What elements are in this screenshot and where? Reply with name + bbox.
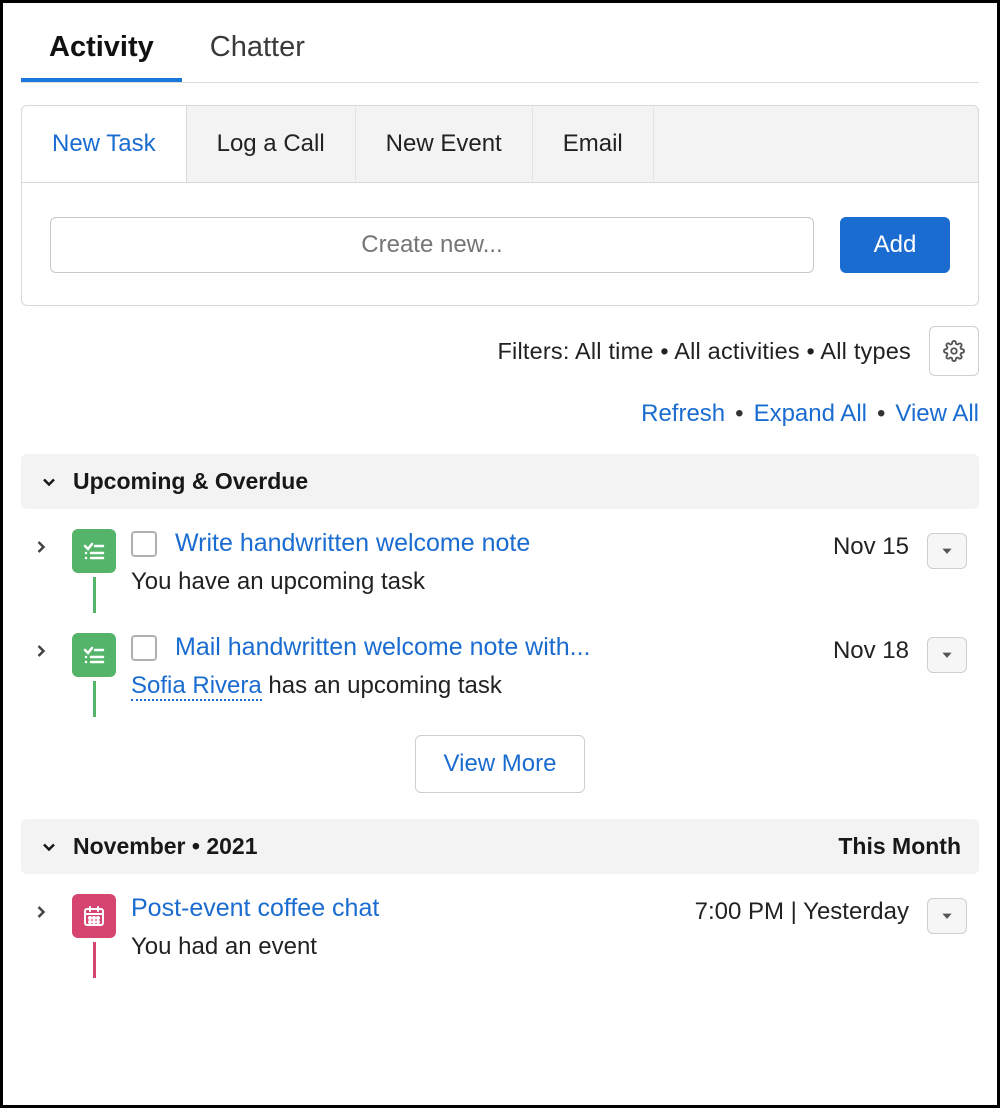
filter-summary: Filters: All time • All activities • All… — [497, 338, 911, 365]
item-menu-button[interactable] — [927, 637, 967, 673]
item-subtext: You had an event — [131, 933, 681, 961]
task-checkbox[interactable] — [131, 635, 157, 661]
tab-new-task[interactable]: New Task — [22, 106, 187, 182]
tab-email[interactable]: Email — [533, 106, 654, 182]
view-all-link[interactable]: View All — [895, 400, 979, 428]
section-month-header[interactable]: November • 2021 This Month — [21, 819, 979, 874]
task-icon — [72, 633, 116, 677]
expand-all-link[interactable]: Expand All — [754, 400, 867, 428]
create-input[interactable] — [50, 217, 814, 273]
timeline-item: Post-event coffee chat You had an event … — [21, 874, 979, 978]
timeline-connector — [93, 577, 96, 613]
chevron-right-icon[interactable] — [31, 537, 51, 613]
chevron-right-icon[interactable] — [31, 902, 51, 978]
create-row: Add — [22, 183, 978, 305]
separator-dot: • — [877, 400, 885, 428]
item-menu-button[interactable] — [927, 898, 967, 934]
separator-dot: • — [735, 400, 743, 428]
caret-down-icon — [940, 544, 954, 558]
timeline-settings-button[interactable] — [929, 326, 979, 376]
timeline-item: Mail handwritten welcome note with... So… — [21, 613, 979, 717]
tab-chatter[interactable]: Chatter — [182, 21, 333, 82]
action-tabs: New Task Log a Call New Event Email — [22, 106, 978, 183]
gear-icon — [943, 340, 965, 362]
item-title-link[interactable]: Post-event coffee chat — [131, 894, 379, 923]
task-icon — [72, 529, 116, 573]
section-badge: This Month — [838, 833, 961, 860]
view-more-row: View More — [21, 735, 979, 793]
chevron-down-icon — [39, 837, 59, 857]
add-button[interactable]: Add — [840, 217, 950, 273]
tab-log-a-call[interactable]: Log a Call — [187, 106, 356, 182]
item-title-link[interactable]: Write handwritten welcome note — [175, 529, 530, 558]
timeline-item: Write handwritten welcome note You have … — [21, 509, 979, 613]
view-more-button[interactable]: View More — [415, 735, 586, 793]
caret-down-icon — [940, 909, 954, 923]
chevron-down-icon — [39, 472, 59, 492]
activity-action-panel: New Task Log a Call New Event Email Add — [21, 105, 979, 306]
task-checkbox[interactable] — [131, 531, 157, 557]
item-date: Nov 15 — [833, 533, 909, 561]
tab-activity[interactable]: Activity — [21, 21, 182, 82]
timeline-links: Refresh • Expand All • View All — [21, 400, 979, 428]
tab-new-event[interactable]: New Event — [356, 106, 533, 182]
refresh-link[interactable]: Refresh — [641, 400, 725, 428]
chevron-right-icon[interactable] — [31, 641, 51, 717]
section-upcoming-header[interactable]: Upcoming & Overdue — [21, 454, 979, 509]
item-subtext: Sofia Rivera has an upcoming task — [131, 672, 819, 700]
caret-down-icon — [940, 648, 954, 662]
item-date: 7:00 PM | Yesterday — [695, 898, 909, 926]
filter-bar: Filters: All time • All activities • All… — [21, 326, 979, 376]
section-title: November • 2021 — [73, 833, 257, 860]
item-title-link[interactable]: Mail handwritten welcome note with... — [175, 633, 590, 662]
calendar-event-icon — [72, 894, 116, 938]
item-subtext-tail: has an upcoming task — [262, 672, 502, 699]
timeline-connector — [93, 681, 96, 717]
timeline-connector — [93, 942, 96, 978]
item-menu-button[interactable] — [927, 533, 967, 569]
section-title: Upcoming & Overdue — [73, 468, 308, 495]
item-date: Nov 18 — [833, 637, 909, 665]
primary-tabs: Activity Chatter — [21, 21, 979, 83]
user-link[interactable]: Sofia Rivera — [131, 672, 262, 701]
item-subtext: You have an upcoming task — [131, 568, 819, 596]
